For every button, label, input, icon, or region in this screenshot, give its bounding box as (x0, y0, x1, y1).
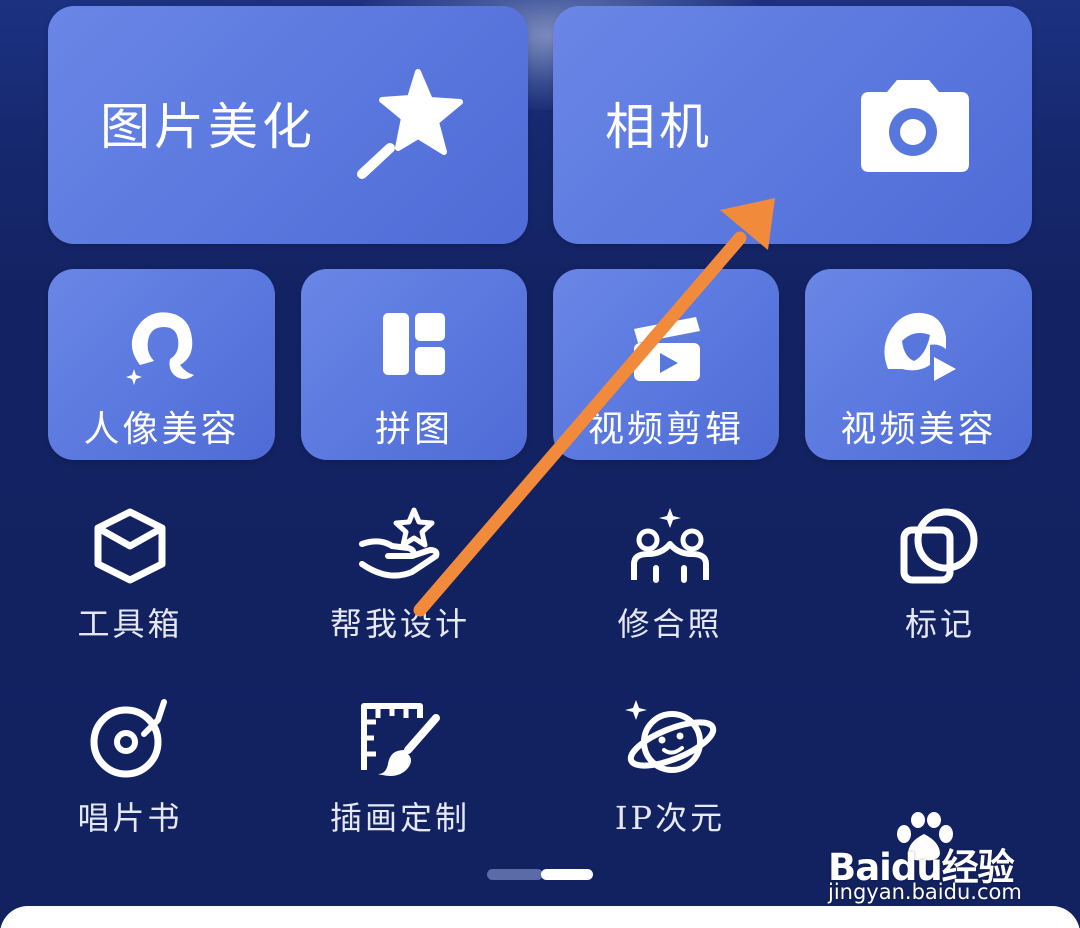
photo-beautify-label: 图片美化 (100, 98, 316, 156)
toolbox-tool[interactable]: 工具箱 (10, 506, 250, 640)
collage-label: 拼图 (374, 409, 453, 450)
ip-dimension-label: IP次元 (614, 799, 726, 837)
help-design-label: 帮我设计 (329, 605, 470, 643)
baidu-paw-icon (897, 812, 953, 861)
collage-layout-icon (383, 313, 445, 375)
collage-card[interactable]: 拼图 (301, 269, 527, 460)
camera-card[interactable]: 相机 (553, 6, 1032, 244)
record-book-label: 唱片书 (77, 799, 183, 837)
photo-beautify-card[interactable]: 图片美化 (48, 6, 528, 244)
camera-icon (861, 80, 969, 172)
watermark-url: jingyan.baidu.com (828, 880, 1022, 904)
fix-group-photo-tool[interactable]: 修合照 (550, 506, 790, 640)
illustration-custom-label: 插画定制 (329, 799, 470, 837)
toolbox-label: 工具箱 (77, 605, 183, 643)
toolbox-cube-icon (94, 508, 166, 584)
ip-dimension-tool[interactable]: IP次元 (550, 698, 790, 834)
overlap-squares-icon (900, 508, 978, 584)
clapperboard-icon (634, 317, 700, 381)
portrait-beauty-card[interactable]: 人像美容 (48, 269, 275, 460)
video-beauty-card[interactable]: 视频美容 (805, 269, 1032, 460)
video-edit-label: 视频剪辑 (587, 409, 744, 450)
record-book-tool[interactable]: 唱片书 (10, 698, 250, 834)
fix-group-photo-label: 修合照 (617, 605, 723, 643)
video-edit-card[interactable]: 视频剪辑 (553, 269, 779, 460)
portrait-beauty-label: 人像美容 (83, 409, 240, 450)
page-indicator-dot-2-active[interactable] (541, 869, 593, 880)
group-photo-icon (631, 508, 709, 583)
portrait-hair-icon (125, 312, 194, 385)
magic-wand-icon (357, 69, 463, 179)
illustration-custom-tool[interactable]: 插画定制 (280, 698, 520, 834)
bottom-sheet (0, 906, 1080, 928)
camera-label: 相机 (605, 98, 713, 156)
watermark-logo: Baidu经验 (828, 846, 1015, 889)
video-face-icon (883, 312, 956, 381)
video-beauty-label: 视频美容 (840, 409, 997, 450)
planet-icon (625, 700, 717, 773)
ruler-brush-icon (361, 703, 440, 776)
baidu-jingyan-watermark: Baidu经验 jingyan.baidu.com (826, 812, 1036, 907)
mark-label: 标记 (904, 605, 975, 643)
page-indicator-dot-1[interactable] (487, 869, 543, 880)
mark-tool[interactable]: 标记 (820, 506, 1060, 640)
hand-star-icon (359, 507, 440, 579)
record-player-icon (90, 699, 167, 778)
help-design-tool[interactable]: 帮我设计 (280, 506, 520, 640)
